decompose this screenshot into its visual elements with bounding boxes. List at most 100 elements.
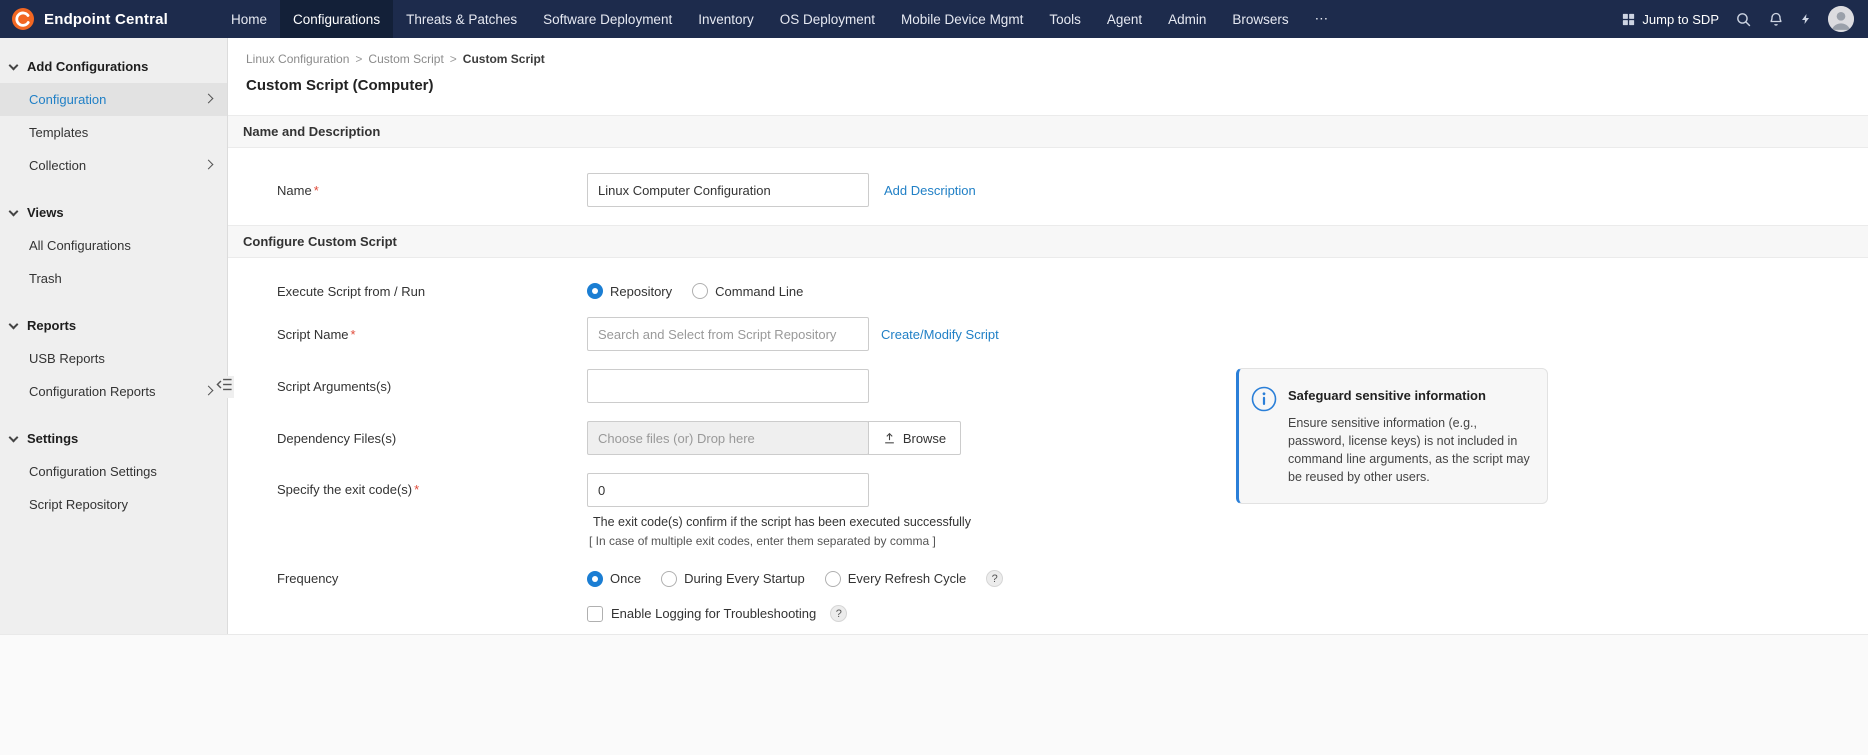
sidebar-item-label: Templates bbox=[29, 125, 88, 140]
label-text: Specify the exit code(s) bbox=[277, 482, 412, 497]
nav-item-os-deployment[interactable]: OS Deployment bbox=[767, 0, 888, 38]
nav-item-tools[interactable]: Tools bbox=[1036, 0, 1094, 38]
collapse-sidebar-icon[interactable] bbox=[215, 376, 234, 398]
breadcrumb-linux-configuration[interactable]: Linux Configuration bbox=[246, 52, 349, 66]
script-arguments-input[interactable] bbox=[587, 369, 869, 403]
nav-item-agent[interactable]: Agent bbox=[1094, 0, 1155, 38]
frequency-help-icon[interactable]: ? bbox=[986, 570, 1003, 587]
sidebar-item-all-configurations[interactable]: All Configurations bbox=[0, 229, 227, 262]
frequency-label: Frequency bbox=[277, 571, 587, 586]
page-bottom-area bbox=[0, 634, 1868, 755]
repository-radio[interactable] bbox=[587, 283, 603, 299]
sdp-grid-icon bbox=[1621, 12, 1636, 27]
command-line-radio[interactable] bbox=[692, 283, 708, 299]
sidebar-item-script-repository[interactable]: Script Repository bbox=[0, 488, 227, 521]
main-nav: Home Configurations Threats & Patches So… bbox=[218, 0, 1341, 38]
page-title: Custom Script (Computer) bbox=[228, 66, 1868, 94]
sidebar-item-label: Script Repository bbox=[29, 497, 128, 512]
logging-checkbox-label[interactable]: Enable Logging for Troubleshooting bbox=[611, 606, 816, 621]
sidebar-section-title-reports[interactable]: Reports bbox=[0, 309, 227, 342]
add-description-link[interactable]: Add Description bbox=[884, 183, 976, 198]
sidebar-item-trash[interactable]: Trash bbox=[0, 262, 227, 295]
chevron-down-icon bbox=[9, 207, 19, 217]
breadcrumb-current: Custom Script bbox=[463, 52, 545, 66]
browse-button[interactable]: Browse bbox=[868, 421, 961, 455]
chevron-down-icon bbox=[9, 61, 19, 71]
info-card-title: Safeguard sensitive information bbox=[1288, 382, 1532, 403]
script-name-input[interactable] bbox=[587, 317, 869, 351]
name-input[interactable] bbox=[587, 173, 869, 207]
search-icon[interactable] bbox=[1735, 11, 1752, 28]
chevron-right-icon bbox=[204, 160, 214, 170]
label-text: Name bbox=[277, 183, 312, 198]
breadcrumb-separator: > bbox=[355, 52, 362, 66]
topbar-right-actions: Jump to SDP bbox=[1621, 0, 1868, 38]
flash-icon[interactable] bbox=[1800, 10, 1812, 28]
sidebar-section-title-settings[interactable]: Settings bbox=[0, 422, 227, 455]
create-modify-script-link[interactable]: Create/Modify Script bbox=[881, 327, 999, 342]
command-line-radio-label[interactable]: Command Line bbox=[715, 284, 803, 299]
chevron-right-icon bbox=[204, 386, 214, 396]
every-refresh-cycle-radio-label[interactable]: Every Refresh Cycle bbox=[848, 571, 966, 586]
nav-item-configurations[interactable]: Configurations bbox=[280, 0, 393, 38]
sidebar-section-title-views[interactable]: Views bbox=[0, 196, 227, 229]
exit-code-input[interactable] bbox=[587, 473, 869, 507]
nav-item-browsers[interactable]: Browsers bbox=[1219, 0, 1301, 38]
nav-item-threats-patches[interactable]: Threats & Patches bbox=[393, 0, 530, 38]
endpoint-central-logo-icon bbox=[11, 7, 35, 31]
jump-to-sdp-button[interactable]: Jump to SDP bbox=[1621, 12, 1719, 27]
logging-row: Enable Logging for Troubleshooting ? bbox=[228, 605, 1868, 622]
execute-script-row: Execute Script from / Run Repository Com… bbox=[228, 283, 1868, 299]
required-asterisk: * bbox=[314, 183, 319, 198]
logging-controls: Enable Logging for Troubleshooting ? bbox=[587, 605, 847, 622]
info-icon bbox=[1251, 386, 1277, 412]
sidebar-section-label: Add Configurations bbox=[27, 59, 148, 74]
nav-item-home[interactable]: Home bbox=[218, 0, 280, 38]
frequency-options: Once During Every Startup Every Refresh … bbox=[587, 570, 1003, 587]
browse-button-label: Browse bbox=[903, 431, 946, 446]
configure-custom-script-section: Execute Script from / Run Repository Com… bbox=[228, 258, 1868, 622]
dependency-files-row: Dependency Files(s) Browse bbox=[228, 421, 1868, 455]
user-avatar[interactable] bbox=[1828, 6, 1854, 32]
sidebar-item-usb-reports[interactable]: USB Reports bbox=[0, 342, 227, 375]
chevron-down-icon bbox=[9, 320, 19, 330]
breadcrumb-custom-script[interactable]: Custom Script bbox=[368, 52, 443, 66]
execute-script-label: Execute Script from / Run bbox=[277, 284, 587, 299]
breadcrumb: Linux Configuration > Custom Script > Cu… bbox=[228, 38, 1868, 66]
sidebar-section-reports: Reports USB Reports Configuration Report… bbox=[0, 309, 227, 408]
section-header-configure-custom-script: Configure Custom Script bbox=[228, 225, 1868, 258]
sidebar-item-configuration-reports[interactable]: Configuration Reports bbox=[0, 375, 227, 408]
logging-help-icon[interactable]: ? bbox=[830, 605, 847, 622]
upload-icon bbox=[883, 432, 896, 445]
sidebar-section-title-add-configurations[interactable]: Add Configurations bbox=[0, 50, 227, 83]
nav-item-inventory[interactable]: Inventory bbox=[685, 0, 767, 38]
notifications-bell-icon[interactable] bbox=[1768, 11, 1784, 28]
sidebar-item-templates[interactable]: Templates bbox=[0, 116, 227, 149]
script-arguments-controls bbox=[587, 369, 869, 403]
jump-to-sdp-label: Jump to SDP bbox=[1642, 12, 1719, 27]
sidebar-item-label: All Configurations bbox=[29, 238, 131, 253]
once-radio[interactable] bbox=[587, 571, 603, 587]
exit-code-row: Specify the exit code(s)* The exit code(… bbox=[228, 473, 1868, 548]
sidebar-item-configuration[interactable]: Configuration bbox=[0, 83, 227, 116]
every-refresh-cycle-radio[interactable] bbox=[825, 571, 841, 587]
sidebar-item-collection[interactable]: Collection bbox=[0, 149, 227, 182]
once-radio-label[interactable]: Once bbox=[610, 571, 641, 586]
sidebar-item-configuration-settings[interactable]: Configuration Settings bbox=[0, 455, 227, 488]
nav-item-software-deployment[interactable]: Software Deployment bbox=[530, 0, 685, 38]
during-every-startup-radio-label[interactable]: During Every Startup bbox=[684, 571, 805, 586]
sidebar-item-label: Configuration Settings bbox=[29, 464, 157, 479]
nav-item-admin[interactable]: Admin bbox=[1155, 0, 1219, 38]
required-asterisk: * bbox=[351, 327, 356, 342]
dependency-files-input[interactable] bbox=[587, 421, 869, 455]
sidebar-item-label: Configuration Reports bbox=[29, 384, 155, 399]
required-asterisk: * bbox=[414, 482, 419, 497]
during-every-startup-radio[interactable] bbox=[661, 571, 677, 587]
logging-checkbox[interactable] bbox=[587, 606, 603, 622]
repository-radio-label[interactable]: Repository bbox=[610, 284, 672, 299]
frequency-row: Frequency Once During Every Startup Ever… bbox=[228, 570, 1868, 587]
dependency-files-controls: Browse bbox=[587, 421, 961, 455]
nav-item-more[interactable]: ⋯ bbox=[1302, 0, 1342, 38]
name-field-label: Name* bbox=[277, 183, 587, 198]
nav-item-mobile-device-mgmt[interactable]: Mobile Device Mgmt bbox=[888, 0, 1036, 38]
